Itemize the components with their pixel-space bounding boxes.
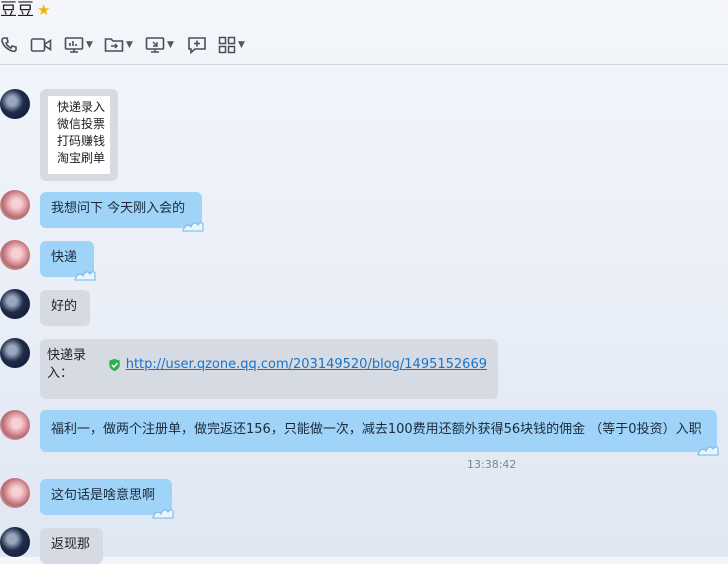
link-row: 快递录入： http://user.qzone.qq.com/203149520… (47, 347, 487, 383)
message-text: 这句话是啥意思啊 (51, 488, 156, 503)
voice-call-button[interactable] (0, 34, 18, 56)
screen-share-button[interactable]: ▼ (64, 34, 93, 56)
bubble-wave-decoration (182, 222, 204, 232)
image-text-line: 微信投票 (57, 117, 106, 131)
add-chat-icon (188, 37, 206, 54)
file-transfer-button[interactable]: ▼ (104, 34, 133, 56)
avatar[interactable] (0, 190, 30, 220)
link-label: 快递录入： (47, 348, 87, 381)
apps-grid-button[interactable]: ▼ (218, 34, 245, 56)
apps-grid-icon (218, 36, 236, 54)
screen-share-icon (64, 37, 84, 53)
avatar[interactable] (0, 338, 30, 368)
bubble-wave-decoration (697, 446, 719, 456)
avatar[interactable] (0, 527, 30, 557)
chevron-down-icon: ▼ (167, 40, 174, 50)
star-icon: ★ (37, 1, 51, 19)
bubble-wave-decoration (152, 509, 174, 519)
voice-call-icon (1, 37, 17, 53)
message-bubble[interactable]: 好的 (40, 290, 90, 326)
message-bubble[interactable]: 这句话是啥意思啊 (40, 479, 174, 519)
image-text-line: 打码赚钱 (57, 134, 106, 148)
image-text-line: 淘宝刷单 (57, 151, 106, 165)
chevron-down-icon: ▼ (86, 40, 93, 50)
chevron-down-icon: ▼ (238, 40, 245, 50)
file-transfer-icon (104, 38, 124, 52)
video-call-button[interactable] (30, 34, 52, 56)
chevron-down-icon: ▼ (126, 40, 133, 50)
add-chat-button[interactable] (187, 34, 207, 56)
avatar[interactable] (0, 289, 30, 319)
message-bubble[interactable]: 返现那 (40, 528, 103, 564)
message-link[interactable]: http://user.qzone.qq.com/203149520/blog/… (126, 356, 487, 374)
message-timestamp: 13:38:42 (467, 458, 517, 471)
message-text: 我想问下 今天刚入会的 (51, 201, 186, 216)
avatar[interactable] (0, 478, 30, 508)
message-text: 好的 (51, 299, 78, 314)
message-image[interactable]: 快递录入 微信投票 打码赚钱 淘宝刷单 (48, 96, 110, 174)
video-call-icon (30, 38, 52, 52)
avatar[interactable] (0, 410, 30, 440)
remote-desktop-icon (145, 37, 165, 53)
toolbar-divider (0, 64, 728, 65)
message-text: 快递 (51, 250, 78, 265)
image-text-line: 快递录入 (57, 100, 106, 114)
contact-name: 豆豆 (0, 0, 34, 20)
remote-desktop-button[interactable]: ▼ (145, 34, 174, 56)
message-text: 返现那 (51, 537, 91, 552)
message-bubble[interactable]: 我想问下 今天刚入会的 (40, 192, 204, 232)
message-text: 福利一，做两个注册单，做完返还156，只能做一次，减去100费用还额外获得56块… (51, 422, 702, 437)
verified-shield-icon (108, 358, 120, 372)
bubble-wave-decoration (74, 271, 96, 281)
avatar[interactable] (0, 89, 30, 119)
chat-title: 豆豆 ★ (0, 0, 50, 20)
avatar[interactable] (0, 240, 30, 270)
message-bubble[interactable]: 快递 (40, 241, 96, 281)
link-message-bubble[interactable]: 快递录入： http://user.qzone.qq.com/203149520… (40, 339, 498, 399)
message-bubble[interactable]: 福利一，做两个注册单，做完返还156，只能做一次，减去100费用还额外获得56块… (40, 410, 719, 456)
